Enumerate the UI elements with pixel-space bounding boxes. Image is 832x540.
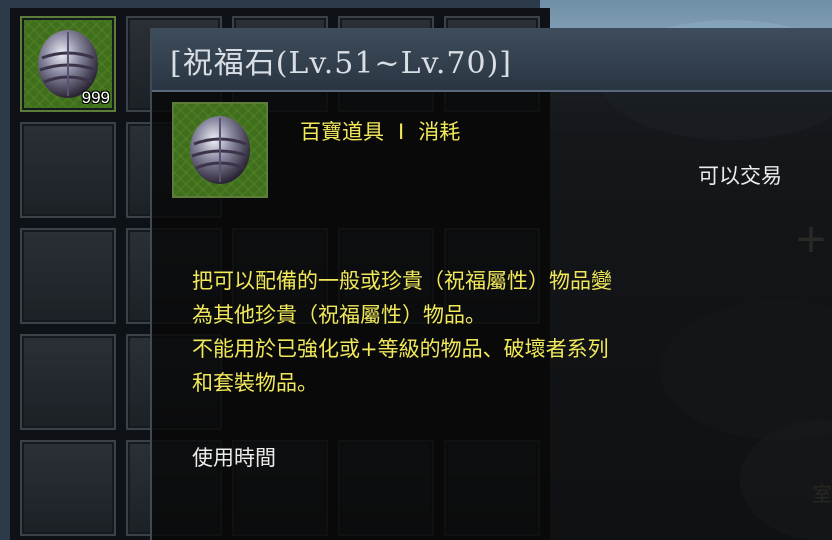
inventory-slot[interactable] xyxy=(20,228,116,324)
item-title: [祝福石(Lv.51~Lv.70)] xyxy=(170,46,512,81)
item-tooltip: [祝福石(Lv.51~Lv.70)] 百寶道具 I 消耗 可以交易 把可以配備的一般… xyxy=(150,28,832,540)
item-description: 把可以配備的一般或珍貴（祝福屬性）物品變 為其他珍貴（祝福屬性）物品。 不能用於… xyxy=(192,264,792,400)
category-label: 百寶道具 xyxy=(300,120,384,144)
tooltip-header: [祝福石(Lv.51~Lv.70)] xyxy=(152,28,832,92)
inventory-slot[interactable] xyxy=(20,122,116,218)
blessing-stone-icon xyxy=(190,116,250,184)
category-separator: I xyxy=(398,120,405,144)
description-line: 把可以配備的一般或珍貴（祝福屬性）物品變 xyxy=(192,269,612,293)
inventory-slot[interactable] xyxy=(20,334,116,430)
description-line: 不能用於已強化或+等級的物品、破壞者系列 xyxy=(192,337,609,361)
inventory-slot[interactable] xyxy=(20,440,116,536)
inventory-slot-blessing-stone[interactable]: 999 xyxy=(20,16,116,112)
subcategory-label: 消耗 xyxy=(418,120,461,144)
stack-count: 999 xyxy=(81,88,110,107)
tooltip-item-icon-frame xyxy=(172,102,268,198)
description-line: 為其他珍貴（祝福屬性）物品。 xyxy=(192,303,486,327)
item-category: 百寶道具 I 消耗 xyxy=(300,116,460,146)
description-line: 和套裝物品。 xyxy=(192,371,318,395)
usage-time-label: 使用時間 xyxy=(192,446,276,470)
trade-status: 可以交易 xyxy=(698,164,782,188)
